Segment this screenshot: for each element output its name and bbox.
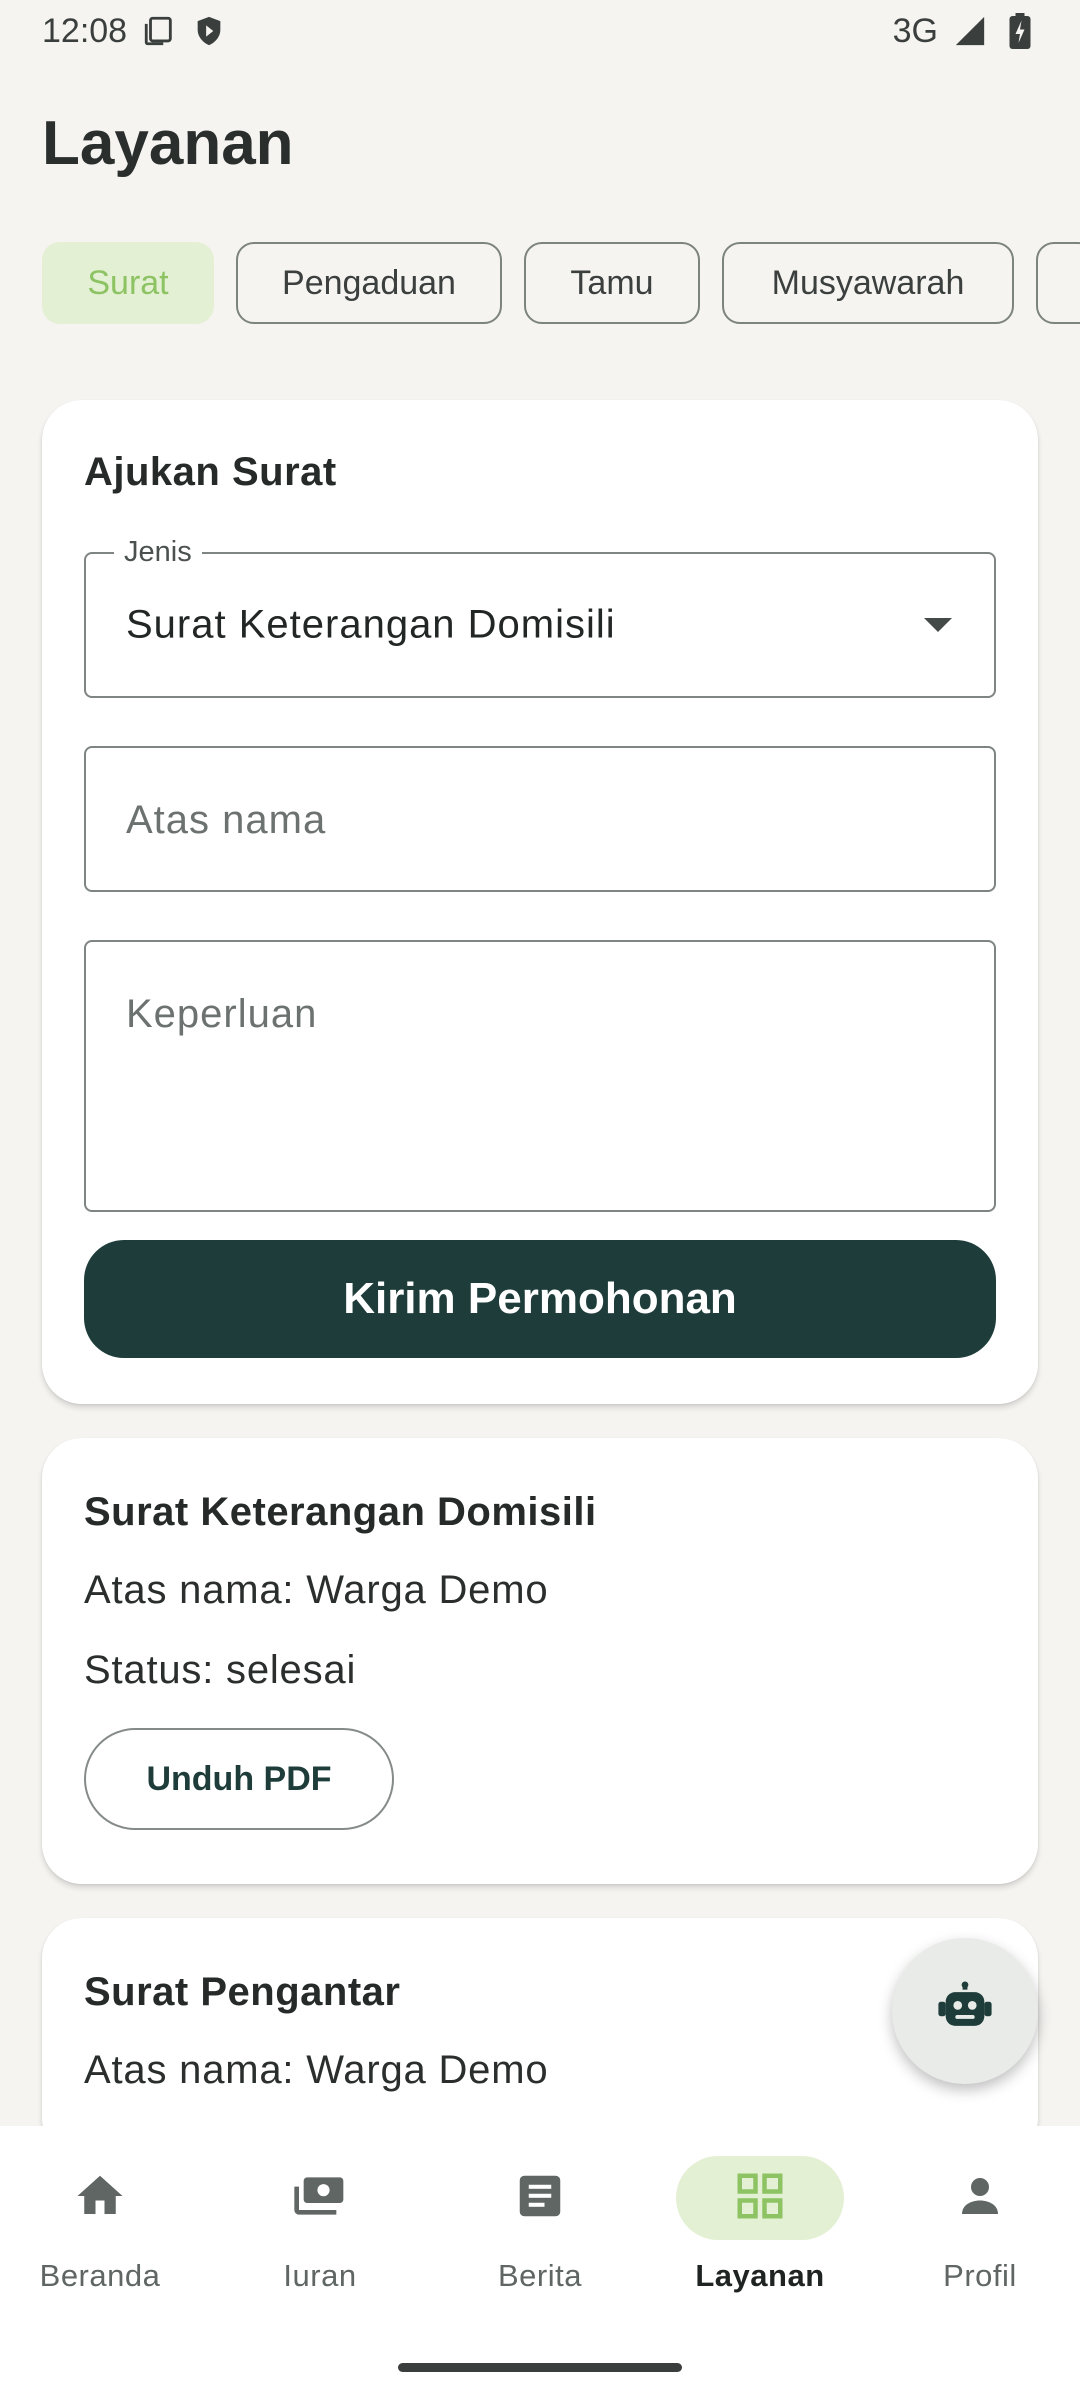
robot-icon [936,1980,994,2043]
download-pdf-button[interactable]: Unduh PDF [84,1728,394,1830]
home-icon [73,2169,127,2228]
nav-label: Iuran [283,2258,357,2293]
request-title: Surat Keterangan Domisili [84,1490,597,1534]
network-type: 3G [892,11,938,50]
tab-tamu[interactable]: Tamu [524,242,700,324]
nav-icon-wrap [236,2156,404,2240]
battery-charging-icon [1002,13,1038,49]
screenshot-icon [141,13,177,49]
tab-pengaduan[interactable]: Pengaduan [236,242,502,324]
nav-icon-wrap [16,2156,184,2240]
jenis-select[interactable]: Jenis Surat Keterangan Domisili [84,536,996,698]
keperluan-input[interactable]: Keperluan [84,940,996,1212]
status-right: 3G [893,12,1038,51]
submit-button[interactable]: Kirim Permohonan [84,1240,996,1358]
request-title: Surat Pengantar [84,1970,401,2014]
request-form-card: Ajukan Surat Jenis Surat Keterangan Domi… [42,400,1038,1404]
nav-label: Beranda [39,2258,161,2293]
page-title: Layanan [42,109,294,178]
shield-icon [191,13,227,49]
nav-layanan[interactable]: Layanan [660,2156,860,2316]
jenis-value: Surat Keterangan Domisili [126,602,616,647]
nav-beranda[interactable]: Beranda [0,2156,200,2316]
nav-icon-wrap [676,2156,844,2240]
status-time: 12:08 [42,11,128,50]
dropdown-arrow-icon [924,618,952,632]
request-status: Status: selesai [84,1648,357,1692]
nav-profil[interactable]: Profil [880,2156,1080,2316]
jenis-label: Jenis [114,536,202,569]
nav-icon-wrap [896,2156,1064,2240]
keperluan-placeholder: Keperluan [126,992,318,1036]
request-atas-nama: Atas nama: Warga Demo [84,1568,549,1612]
nav-label: Layanan [695,2258,825,2293]
nav-berita[interactable]: Berita [440,2156,640,2316]
tab-surat[interactable]: Surat [42,242,214,324]
form-title: Ajukan Surat [84,450,337,494]
signal-icon [952,13,988,49]
person-icon [953,2169,1007,2228]
tab-more[interactable] [1036,242,1080,324]
article-icon [513,2169,567,2228]
status-bar: 12:08 3G [0,0,1080,62]
nav-iuran[interactable]: Iuran [220,2156,420,2316]
atas-nama-input[interactable]: Atas nama [84,746,996,892]
nav-label: Berita [498,2258,582,2293]
bottom-navigation: Beranda Iuran Berita Layanan Profil [0,2126,1080,2400]
request-card: Surat Keterangan Domisili Atas nama: War… [42,1438,1038,1884]
grid-icon [733,2169,787,2228]
tab-musyawarah[interactable]: Musyawarah [722,242,1014,324]
nav-icon-wrap [456,2156,624,2240]
payments-icon [292,2168,348,2229]
status-left: 12:08 [42,12,227,51]
assistant-bot-button[interactable] [892,1938,1038,2084]
request-atas-nama: Atas nama: Warga Demo [84,2048,549,2092]
atas-nama-placeholder: Atas nama [126,798,327,842]
request-card: Surat Pengantar Atas nama: Warga Demo [42,1918,1038,2158]
service-tabs: Surat Pengaduan Tamu Musyawarah [42,242,1080,326]
nav-label: Profil [943,2258,1017,2293]
home-indicator[interactable] [398,2363,682,2372]
